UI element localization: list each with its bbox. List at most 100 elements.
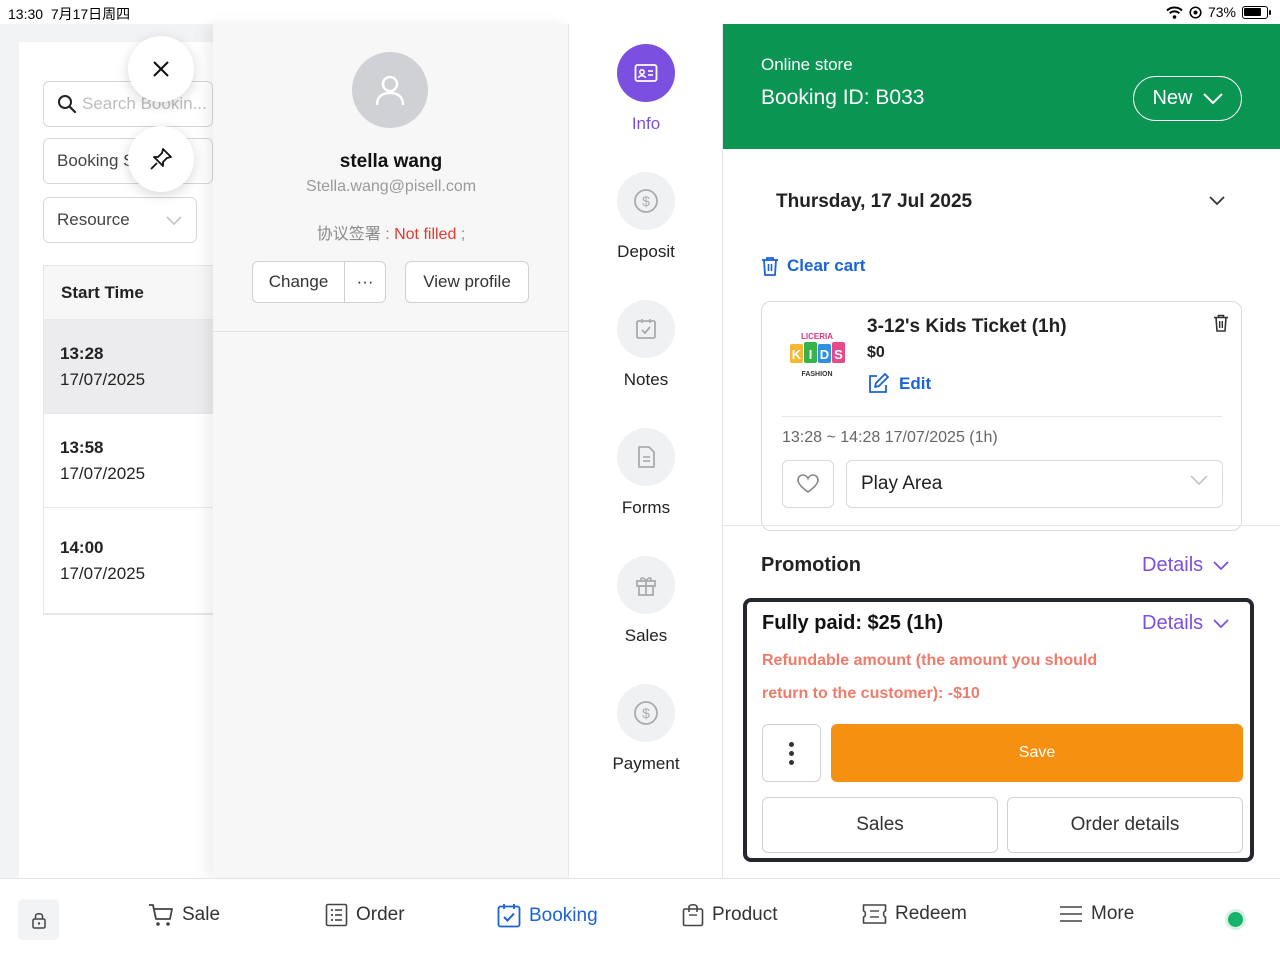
- nav-item-notes[interactable]: Notes: [569, 300, 723, 390]
- nav-item-info[interactable]: Info: [569, 44, 723, 134]
- avatar: [352, 52, 428, 128]
- close-icon: [153, 61, 169, 77]
- booking-section-nav: Info $ Deposit Notes Forms Sales $ Payme…: [569, 24, 723, 878]
- bottom-nav-product[interactable]: Product: [682, 903, 777, 927]
- svg-text:S: S: [834, 347, 843, 362]
- pin-button[interactable]: [128, 126, 194, 192]
- promotion-details-button[interactable]: Details: [1142, 554, 1229, 577]
- dot-icon: [789, 741, 794, 747]
- chevron-down-icon: [1202, 92, 1223, 104]
- chevron-down-icon: [166, 216, 182, 226]
- booking-status-dropdown[interactable]: New: [1133, 76, 1242, 121]
- agreement-status: 协议签署 : Not filled ;: [213, 220, 569, 244]
- nav-circle: [617, 428, 675, 486]
- customer-info: stella wang Stella.wang@pisell.com 协议签署 …: [213, 24, 569, 332]
- cart-item-price: $0: [867, 344, 885, 361]
- bottom-nav-label: Product: [712, 904, 778, 925]
- calendar-check-icon: [497, 904, 521, 928]
- booking-header: Online store Booking ID: B033 New: [723, 24, 1280, 149]
- svg-text:K: K: [792, 347, 802, 362]
- bottom-nav-label: Order: [356, 904, 405, 925]
- cart-item-card: LICERIA K I D S FASHION 3-12's Kids Tick…: [761, 301, 1242, 531]
- document-icon: [638, 446, 655, 468]
- nav-label: Notes: [623, 370, 669, 389]
- trash-icon[interactable]: [1213, 314, 1229, 332]
- nav-item-payment[interactable]: $ Payment: [569, 684, 723, 774]
- dollar-circle-icon: $: [634, 189, 658, 213]
- divider: [723, 525, 1280, 526]
- edit-icon: [869, 373, 889, 393]
- resource-select[interactable]: Play Area: [846, 460, 1223, 508]
- status-time: 13:30 7月17日周四: [8, 6, 131, 22]
- chevron-down-icon: [1213, 560, 1229, 570]
- list-item-date: 17/07/2025: [60, 463, 146, 483]
- promotion-label: Promotion: [761, 554, 861, 576]
- bottom-nav-label: Redeem: [895, 903, 967, 924]
- nav-item-sales[interactable]: Sales: [569, 556, 723, 646]
- refund-notice: Refundable amount (the amount you should…: [762, 652, 1098, 702]
- payment-details-button[interactable]: Details: [1142, 612, 1229, 635]
- booking-detail-panel: Online store Booking ID: B033 New Thursd…: [723, 24, 1280, 878]
- pin-icon: [150, 148, 172, 170]
- nav-circle: [617, 44, 675, 102]
- bottom-nav-sale[interactable]: Sale: [148, 903, 220, 927]
- list-item[interactable]: 14:00 17/07/2025: [44, 508, 218, 614]
- wifi-icon: [1166, 6, 1183, 19]
- search-icon: [58, 95, 77, 114]
- status-bar: 13:30 7月17日周四 73%: [0, 0, 1280, 24]
- bottom-nav-booking[interactable]: Booking: [497, 903, 598, 928]
- edit-item-button[interactable]: Edit: [867, 373, 931, 395]
- nav-item-forms[interactable]: Forms: [569, 428, 723, 518]
- bag-icon: [682, 903, 704, 927]
- chevron-down-icon[interactable]: [1209, 196, 1225, 206]
- svg-text:$: $: [642, 705, 650, 721]
- bottom-nav-redeem[interactable]: Redeem: [862, 903, 967, 925]
- customer-more-button[interactable]: ···: [344, 261, 386, 303]
- battery-icon: [1242, 5, 1271, 19]
- booking-status-label: Booking S: [57, 151, 135, 170]
- close-button[interactable]: [128, 36, 194, 102]
- booking-list: Start Time 13:28 17/07/2025 13:58 17/07/…: [43, 265, 219, 615]
- order-details-button[interactable]: Order details: [1007, 797, 1243, 853]
- list-item[interactable]: 13:58 17/07/2025: [44, 414, 218, 508]
- dollar-circle-icon: $: [634, 701, 658, 725]
- nav-label: Payment: [612, 754, 680, 773]
- nav-label: Sales: [624, 626, 668, 645]
- lock-button[interactable]: [18, 899, 59, 940]
- menu-icon: [1060, 906, 1082, 922]
- list-item[interactable]: 13:28 17/07/2025: [44, 320, 218, 414]
- svg-text:$: $: [642, 193, 650, 209]
- nav-label: Info: [631, 114, 661, 133]
- chevron-down-icon: [1190, 475, 1208, 486]
- booking-id: Booking ID: B033: [761, 86, 925, 109]
- column-header-start-time: Start Time: [44, 266, 218, 320]
- bottom-nav-order[interactable]: Order: [325, 903, 405, 927]
- clear-cart-label: Clear cart: [787, 256, 866, 275]
- agreement-suffix: ;: [456, 226, 466, 243]
- dot-icon: [789, 750, 794, 756]
- bottom-nav: Sale Order Booking Product Redeem More: [0, 878, 1280, 960]
- nav-item-deposit[interactable]: $ Deposit: [569, 172, 723, 262]
- sales-button[interactable]: Sales: [762, 797, 998, 853]
- change-customer-button[interactable]: Change: [252, 261, 345, 303]
- list-item-date: 17/07/2025: [60, 563, 146, 583]
- details-label: Details: [1142, 554, 1204, 576]
- agreement-label: 协议签署 :: [316, 226, 395, 243]
- booking-status-label: New: [1152, 87, 1193, 109]
- agreement-value: Not filled: [394, 226, 457, 243]
- more-actions-button[interactable]: [762, 724, 821, 782]
- payment-summary: Fully paid: $25 (1h) Details Refundable …: [743, 598, 1254, 862]
- nav-label: Forms: [621, 498, 671, 517]
- view-profile-button[interactable]: View profile: [405, 261, 529, 303]
- booking-date[interactable]: Thursday, 17 Jul 2025: [776, 191, 972, 213]
- clear-cart-button[interactable]: Clear cart: [761, 256, 865, 276]
- heart-icon: [797, 474, 819, 493]
- nav-label: Deposit: [617, 242, 675, 261]
- bottom-nav-label: Sale: [182, 904, 221, 925]
- resource-select[interactable]: Resource: [43, 197, 197, 243]
- bottom-nav-more[interactable]: More: [1059, 903, 1134, 925]
- save-button[interactable]: Save: [831, 724, 1243, 782]
- dot-icon: [789, 759, 794, 765]
- favorite-button[interactable]: [782, 460, 834, 508]
- svg-text:D: D: [820, 347, 829, 362]
